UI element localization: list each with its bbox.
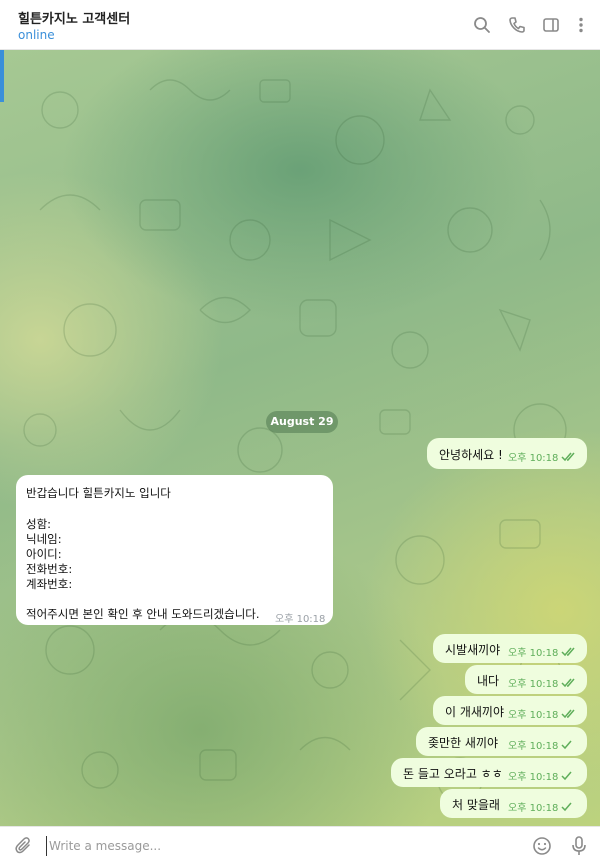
message-line: 적어주시면 본인 확인 후 안내 도와드리겠습니다. bbox=[26, 607, 260, 621]
double-check-icon bbox=[561, 647, 577, 660]
outgoing-message[interactable]: 안녕하세요 ! 오후 10:18 bbox=[427, 438, 587, 469]
active-chat-indicator bbox=[0, 50, 4, 102]
message-meta: 오후 10:18 bbox=[508, 737, 573, 753]
message-time: 오후 10:18 bbox=[508, 648, 559, 659]
outgoing-message[interactable]: 시발새끼야 오후 10:18 bbox=[433, 634, 587, 663]
check-icon bbox=[561, 771, 573, 784]
paperclip-icon[interactable] bbox=[14, 836, 34, 856]
message-line: 아이디: bbox=[26, 547, 62, 561]
message-time: 오후 10:18 bbox=[275, 614, 326, 625]
outgoing-message[interactable]: 처 맞을래 오후 10:18 bbox=[440, 789, 587, 818]
message-input[interactable] bbox=[46, 836, 506, 856]
outgoing-message[interactable]: 좆만한 새끼야 오후 10:18 bbox=[416, 727, 587, 756]
more-vertical-icon[interactable] bbox=[571, 15, 591, 35]
chat-status: online bbox=[18, 28, 55, 42]
search-icon[interactable] bbox=[472, 15, 492, 35]
message-meta: 오후 10:18 bbox=[508, 675, 577, 691]
chat-header: 힐튼카지노 고객센터 online bbox=[0, 0, 600, 50]
date-divider: August 29 bbox=[266, 411, 338, 433]
message-text: 시발새끼야 bbox=[445, 643, 501, 657]
message-time: 오후 10:18 bbox=[508, 710, 559, 721]
message-text: 돈 들고 오라고 ㅎㅎ bbox=[403, 767, 503, 781]
phone-icon[interactable] bbox=[507, 15, 527, 35]
message-text: 처 맞을래 bbox=[452, 798, 500, 812]
double-check-icon bbox=[561, 452, 577, 465]
message-list[interactable]: August 29 안녕하세요 ! 오후 10:18 반갑습니다 힐튼카지노 입… bbox=[0, 50, 600, 826]
message-line: 반갑습니다 힐튼카지노 입니다 bbox=[26, 486, 171, 500]
emoji-icon[interactable] bbox=[532, 836, 552, 856]
message-time: 오후 10:18 bbox=[508, 741, 559, 752]
chat-title[interactable]: 힐튼카지노 고객센터 bbox=[18, 8, 130, 27]
message-line: 전화번호: bbox=[26, 562, 73, 576]
message-meta: 오후 10:18 bbox=[508, 644, 577, 660]
message-text: 내다 bbox=[477, 674, 500, 688]
message-text: 좆만한 새끼야 bbox=[428, 736, 499, 750]
sidebar-toggle-icon[interactable] bbox=[541, 15, 561, 35]
message-line: 닉네임: bbox=[26, 532, 62, 546]
message-time: 오후 10:18 bbox=[508, 679, 559, 690]
message-line: 성함: bbox=[26, 517, 52, 531]
message-meta: 오후 10:18 bbox=[508, 768, 573, 784]
incoming-message[interactable]: 반갑습니다 힐튼카지노 입니다 성함: 닉네임: 아이디: 전화번호: 계좌번호… bbox=[16, 475, 333, 625]
microphone-icon[interactable] bbox=[570, 835, 588, 857]
message-time: 오후 10:18 bbox=[508, 803, 559, 814]
message-line: 계좌번호: bbox=[26, 577, 73, 591]
outgoing-message[interactable]: 돈 들고 오라고 ㅎㅎ 오후 10:18 bbox=[391, 758, 587, 787]
message-text: 이 개새끼야 bbox=[445, 705, 505, 719]
message-time: 오후 10:18 bbox=[508, 453, 559, 464]
double-check-icon bbox=[561, 709, 577, 722]
message-meta: 오후 10:18 bbox=[508, 799, 573, 815]
message-time: 오후 10:18 bbox=[508, 772, 559, 783]
check-icon bbox=[561, 740, 573, 753]
message-meta: 오후 10:18 bbox=[508, 706, 577, 722]
message-meta: 오후 10:18 bbox=[508, 449, 577, 465]
check-icon bbox=[561, 802, 573, 815]
double-check-icon bbox=[561, 678, 577, 691]
message-text: 안녕하세요 ! bbox=[439, 448, 503, 462]
outgoing-message[interactable]: 이 개새끼야 오후 10:18 bbox=[433, 696, 587, 725]
outgoing-message[interactable]: 내다 오후 10:18 bbox=[465, 665, 587, 694]
message-composer bbox=[0, 826, 600, 864]
